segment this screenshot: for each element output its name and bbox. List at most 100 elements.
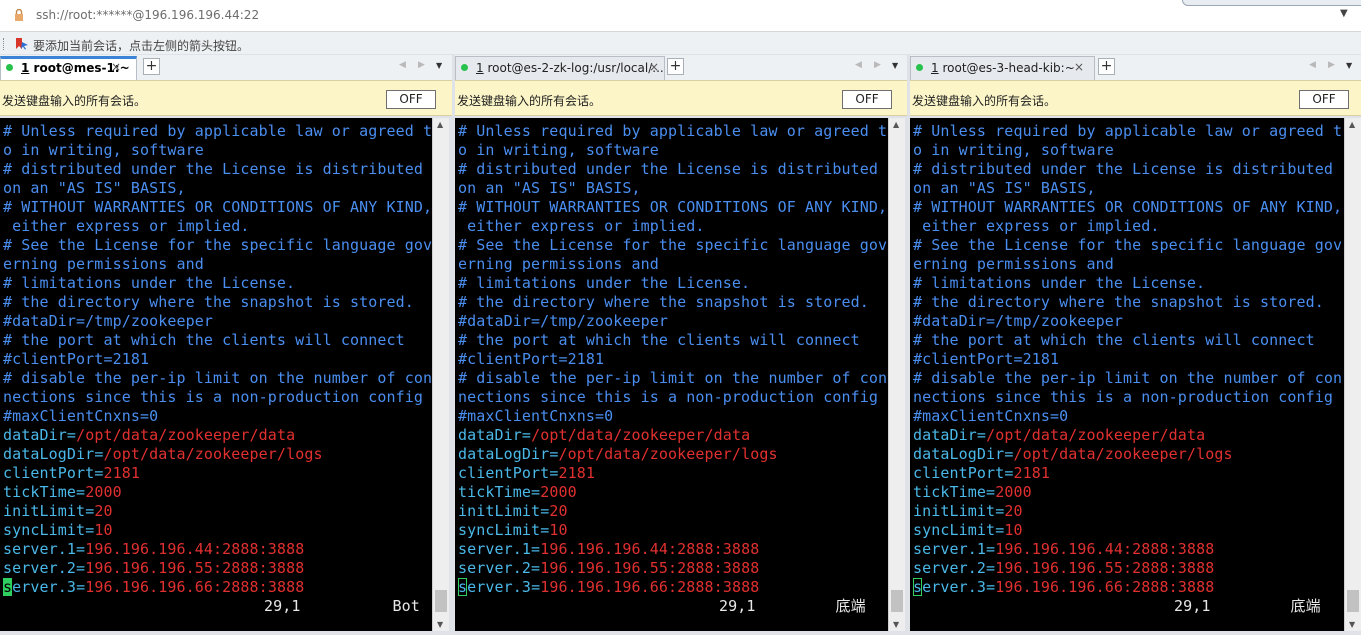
tab-scroll-left-icon[interactable]: ◀ bbox=[855, 60, 862, 70]
plus-icon[interactable]: + bbox=[1098, 58, 1115, 75]
terminal-segment: on an "AS IS" BASIS, bbox=[913, 179, 1096, 197]
terminal-segment: #maxClientCnxns=0 bbox=[3, 407, 159, 425]
terminal-line: server.3=196.196.196.66:2888:3888 bbox=[913, 578, 1342, 597]
terminal-line: #maxClientCnxns=0 bbox=[913, 407, 1342, 426]
terminal-segment: # the directory where the snapshot is st… bbox=[458, 293, 869, 311]
tab-menu-icon[interactable]: ▼ bbox=[892, 61, 898, 70]
terminal-segment: 2181 bbox=[558, 464, 595, 482]
vertical-scrollbar[interactable]: ▲ ▼ bbox=[1344, 118, 1361, 631]
vim-status-line: 29,1 底端 bbox=[913, 597, 1342, 616]
vertical-scrollbar[interactable]: ▲ ▼ bbox=[888, 118, 905, 631]
send-to-all-toggle[interactable]: OFF bbox=[1299, 90, 1349, 109]
terminal-line: o in writing, software bbox=[458, 141, 887, 160]
terminal-segment: tickTime bbox=[3, 483, 77, 501]
tab-scroll-right-icon[interactable]: ▶ bbox=[1328, 60, 1335, 70]
terminal-line: server.2=196.196.196.55:2888:3888 bbox=[3, 559, 432, 578]
plus-icon[interactable]: + bbox=[667, 58, 684, 75]
terminal-segment: # disable the per-ip limit on the number… bbox=[913, 369, 1343, 387]
terminal-line: syncLimit=10 bbox=[3, 521, 432, 540]
terminal-line: # disable the per-ip limit on the number… bbox=[3, 369, 432, 388]
close-icon[interactable]: × bbox=[111, 60, 121, 74]
terminal-segment: = bbox=[531, 559, 541, 577]
terminal-segment: # WITHOUT WARRANTIES OR CONDITIONS OF AN… bbox=[3, 198, 432, 216]
vim-status-line: 29,1 底端 bbox=[458, 597, 887, 616]
terminal-line: # disable the per-ip limit on the number… bbox=[458, 369, 887, 388]
terminal-line: erning permissions and bbox=[913, 255, 1342, 274]
terminal-segment: # limitations under the License. bbox=[458, 274, 751, 292]
terminal-segment: 196.196.196.44:2888:3888 bbox=[85, 540, 305, 558]
terminal-segment: = bbox=[540, 521, 550, 539]
terminal-segment: # WITHOUT WARRANTIES OR CONDITIONS OF AN… bbox=[458, 198, 888, 216]
close-icon[interactable]: × bbox=[649, 60, 659, 74]
session-tab[interactable]: 1 root@mes-1:~ × bbox=[0, 56, 137, 80]
terminal-screen[interactable]: # Unless required by applicable law or a… bbox=[910, 118, 1344, 631]
terminal-line: dataDir=/opt/data/zookeeper/data bbox=[3, 426, 432, 445]
terminal-segment: = bbox=[986, 540, 996, 558]
session-pane-3: 1 root@es-3-head-kib:~ × + ◀ ▶ ▼ 发送键盘输入的… bbox=[910, 55, 1361, 631]
green-dot-icon bbox=[461, 64, 468, 71]
scrollbar-thumb[interactable] bbox=[1347, 590, 1359, 612]
terminal-segment: /opt/data/zookeeper/logs bbox=[103, 445, 323, 463]
green-dot-icon bbox=[6, 64, 13, 71]
terminal-segment: /opt/data/zookeeper/logs bbox=[1013, 445, 1233, 463]
address-dropdown-icon[interactable]: ▼ bbox=[1340, 8, 1348, 19]
close-icon[interactable]: × bbox=[1074, 60, 1084, 74]
scroll-down-icon[interactable]: ▼ bbox=[1349, 620, 1355, 629]
terminal-segment: # the directory where the snapshot is st… bbox=[3, 293, 414, 311]
terminal-segment: either express or implied. bbox=[913, 217, 1160, 235]
terminal-segment: dataLogDir bbox=[913, 445, 1005, 463]
terminal-segment: = bbox=[540, 502, 550, 520]
terminal-screen[interactable]: # Unless required by applicable law or a… bbox=[455, 118, 888, 631]
send-to-all-text: 发送键盘输入的所有会话。 bbox=[457, 94, 602, 108]
send-to-all-toggle[interactable]: OFF bbox=[842, 90, 892, 109]
session-tab[interactable]: 1 root@es-2-zk-log:/usr/local/... × bbox=[455, 56, 665, 80]
send-to-all-toggle[interactable]: OFF bbox=[386, 90, 436, 109]
terminal-screen[interactable]: # Unless required by applicable law or a… bbox=[0, 118, 432, 631]
terminal-line: server.3=196.196.196.66:2888:3888 bbox=[3, 578, 432, 597]
scroll-up-icon[interactable]: ▲ bbox=[893, 120, 899, 129]
tab-menu-icon[interactable]: ▼ bbox=[436, 61, 442, 70]
cursor-position: 29,1 bbox=[1174, 597, 1211, 615]
address-field[interactable]: ssh://root:******@196.196.196.44:22 bbox=[36, 8, 259, 22]
terminal-line: erning permissions and bbox=[458, 255, 887, 274]
terminal-segment: = bbox=[986, 483, 996, 501]
scroll-up-icon[interactable]: ▲ bbox=[1349, 120, 1355, 129]
terminal-line: # Unless required by applicable law or a… bbox=[458, 122, 887, 141]
terminal-segment: # Unless required by applicable law or a… bbox=[3, 122, 432, 140]
terminal-segment: = bbox=[76, 540, 86, 558]
terminal-line: # the port at which the clients will con… bbox=[458, 331, 887, 350]
terminal-segment: syncLimit bbox=[913, 521, 996, 539]
terminal-segment: o in writing, software bbox=[913, 141, 1114, 159]
text-cursor: s bbox=[458, 578, 468, 596]
terminal-segment: erning permissions and bbox=[3, 255, 204, 273]
tab-scroll-left-icon[interactable]: ◀ bbox=[1309, 60, 1316, 70]
terminal-line: dataLogDir=/opt/data/zookeeper/logs bbox=[913, 445, 1342, 464]
bookmark-arrow-icon[interactable] bbox=[15, 37, 29, 50]
terminal-segment: = bbox=[521, 426, 532, 444]
terminal-segment: # See the License for the specific langu… bbox=[913, 236, 1343, 254]
lock-icon bbox=[15, 9, 23, 21]
terminal-segment: 2000 bbox=[85, 483, 122, 501]
terminal-line: #clientPort=2181 bbox=[3, 350, 432, 369]
scroll-down-icon[interactable]: ▼ bbox=[437, 620, 443, 629]
vertical-scrollbar[interactable]: ▲ ▼ bbox=[432, 118, 449, 631]
tab-scroll-left-icon[interactable]: ◀ bbox=[399, 60, 406, 70]
scrollbar-thumb[interactable] bbox=[891, 590, 903, 612]
tab-scroll-right-icon[interactable]: ▶ bbox=[874, 60, 881, 70]
terminal-segment: # disable the per-ip limit on the number… bbox=[458, 369, 888, 387]
session-tab[interactable]: 1 root@es-3-head-kib:~ × bbox=[910, 56, 1095, 80]
toolbar-grip[interactable] bbox=[3, 38, 7, 50]
terminal-line: #dataDir=/tmp/zookeeper bbox=[458, 312, 887, 331]
terminal-segment: dataDir bbox=[3, 426, 67, 444]
tab-menu-icon[interactable]: ▼ bbox=[1346, 61, 1352, 70]
terminal-segment: o in writing, software bbox=[458, 141, 659, 159]
terminal-line: # WITHOUT WARRANTIES OR CONDITIONS OF AN… bbox=[458, 198, 887, 217]
terminal-segment: dataLogDir bbox=[458, 445, 550, 463]
window-chrome-edge bbox=[1182, 0, 1361, 6]
scrollbar-thumb[interactable] bbox=[435, 590, 447, 612]
scroll-down-icon[interactable]: ▼ bbox=[893, 620, 899, 629]
terminal-segment: 2181 bbox=[1013, 464, 1050, 482]
tab-scroll-right-icon[interactable]: ▶ bbox=[418, 60, 425, 70]
scroll-up-icon[interactable]: ▲ bbox=[437, 120, 443, 129]
plus-icon[interactable]: + bbox=[143, 58, 160, 75]
